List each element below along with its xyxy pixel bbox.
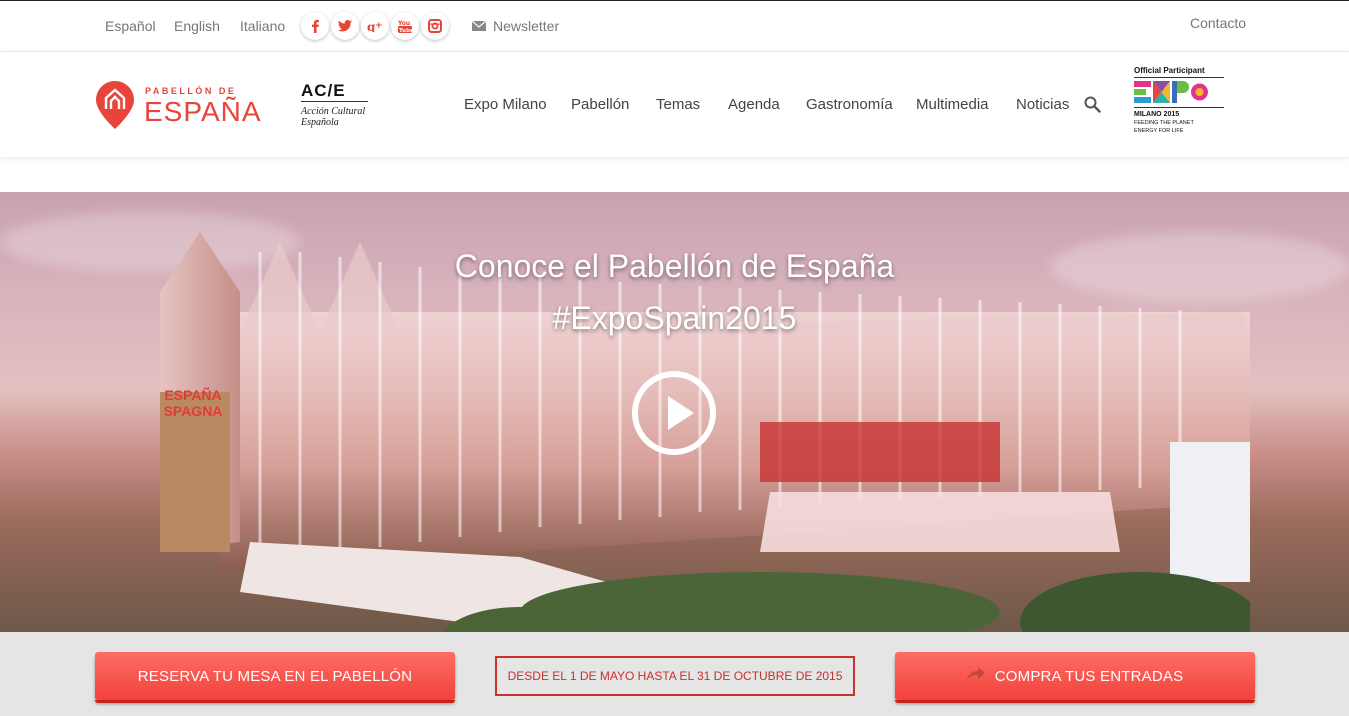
expo-letter-e bbox=[1134, 81, 1151, 103]
logo-title: ESPAÑA bbox=[144, 96, 262, 127]
lang-espanol-link[interactable]: Español bbox=[105, 18, 156, 34]
svg-text:Tube: Tube bbox=[399, 28, 412, 33]
expo-letters bbox=[1134, 81, 1224, 105]
expo-letter-p bbox=[1172, 81, 1189, 103]
sign-line-1: ESPAÑA bbox=[164, 387, 222, 403]
button-shadow bbox=[95, 700, 455, 703]
expo-tagline-2: ENERGY FOR LIFE bbox=[1134, 128, 1184, 134]
expo-rule bbox=[1134, 77, 1224, 78]
contact-link[interactable]: Contacto bbox=[1190, 15, 1246, 31]
nav-gastronomia[interactable]: Gastronomía bbox=[806, 96, 893, 113]
search-icon[interactable] bbox=[1084, 96, 1101, 118]
ace-logo-title[interactable]: AC/E bbox=[301, 81, 346, 101]
reserve-table-label: RESERVA TU MESA EN EL PABELLÓN bbox=[137, 667, 413, 685]
reserve-table-button[interactable]: RESERVA TU MESA EN EL PABELLÓN bbox=[95, 652, 455, 703]
logo-subtitle: PABELLÓN DE bbox=[145, 86, 237, 96]
google-plus-icon[interactable]: g + bbox=[361, 12, 389, 40]
pavilion-sign: ESPAÑA SPAGNA bbox=[158, 387, 228, 419]
play-icon[interactable] bbox=[632, 371, 716, 455]
facebook-icon[interactable] bbox=[301, 12, 329, 40]
action-band: RESERVA TU MESA EN EL PABELLÓN DESDE EL … bbox=[0, 632, 1349, 716]
buy-tickets-button[interactable]: COMPRA TUS ENTRADAS bbox=[895, 652, 1255, 703]
top-bar: Español English Italiano g + You Tube News… bbox=[0, 0, 1349, 52]
hero-title-line-2: #ExpoSpain2015 bbox=[552, 300, 797, 336]
share-arrow-icon bbox=[966, 667, 985, 685]
hero-video-banner[interactable]: ESPAÑA SPAGNA Conoce el Pabellón de Espa… bbox=[0, 192, 1349, 632]
envelope-icon bbox=[471, 18, 487, 34]
ace-divider bbox=[301, 101, 368, 102]
svg-text:+: + bbox=[375, 21, 383, 31]
lang-english-link[interactable]: English bbox=[174, 18, 220, 34]
nav-multimedia[interactable]: Multimedia bbox=[916, 96, 989, 113]
sign-line-2: SPAGNA bbox=[163, 403, 223, 419]
expo-letter-o bbox=[1191, 83, 1208, 101]
expo-rule-2 bbox=[1134, 107, 1224, 108]
nav-expo-milano[interactable]: Expo Milano bbox=[464, 96, 547, 113]
buy-tickets-label: COMPRA TUS ENTRADAS bbox=[994, 667, 1184, 685]
lang-italiano-link[interactable]: Italiano bbox=[240, 18, 285, 34]
youtube-icon[interactable]: You Tube bbox=[391, 12, 419, 40]
nav-agenda[interactable]: Agenda bbox=[728, 96, 780, 113]
expo-city: MILANO 2015 bbox=[1134, 111, 1180, 118]
newsletter-label: Newsletter bbox=[493, 18, 560, 34]
hero-title-line-1: Conoce el Pabellón de España bbox=[454, 248, 895, 284]
dates-banner: DESDE EL 1 DE MAYO HASTA EL 31 DE OCTUBR… bbox=[495, 656, 855, 696]
ace-sub-line-1: Acción Cultural bbox=[301, 106, 366, 117]
expo-letter-x bbox=[1153, 81, 1170, 103]
expo-tagline-1: FEEDING THE PLANET bbox=[1134, 120, 1194, 126]
site-header: PABELLÓN DE ESPAÑA AC/E Acción Cultural … bbox=[0, 52, 1349, 157]
dates-label: DESDE EL 1 DE MAYO HASTA EL 31 DE OCTUBR… bbox=[507, 669, 843, 683]
svg-text:You: You bbox=[398, 20, 410, 27]
nav-noticias[interactable]: Noticias bbox=[1016, 96, 1069, 113]
ace-logo-subtitle: Acción Cultural Española bbox=[301, 106, 381, 128]
expo-official-label: Official Participant bbox=[1134, 66, 1205, 75]
twitter-icon[interactable] bbox=[331, 12, 359, 40]
nav-temas[interactable]: Temas bbox=[656, 96, 700, 113]
ace-sub-line-2: Española bbox=[301, 117, 339, 128]
nav-pabellon[interactable]: Pabellón bbox=[571, 96, 629, 113]
instagram-icon[interactable] bbox=[421, 12, 449, 40]
newsletter-link[interactable]: Newsletter bbox=[471, 18, 560, 34]
button-shadow bbox=[895, 700, 1255, 703]
expo-milano-logo[interactable]: Official Participant MILANO 2015 FEEDING… bbox=[1134, 66, 1224, 134]
pavilion-logo[interactable] bbox=[96, 81, 134, 134]
